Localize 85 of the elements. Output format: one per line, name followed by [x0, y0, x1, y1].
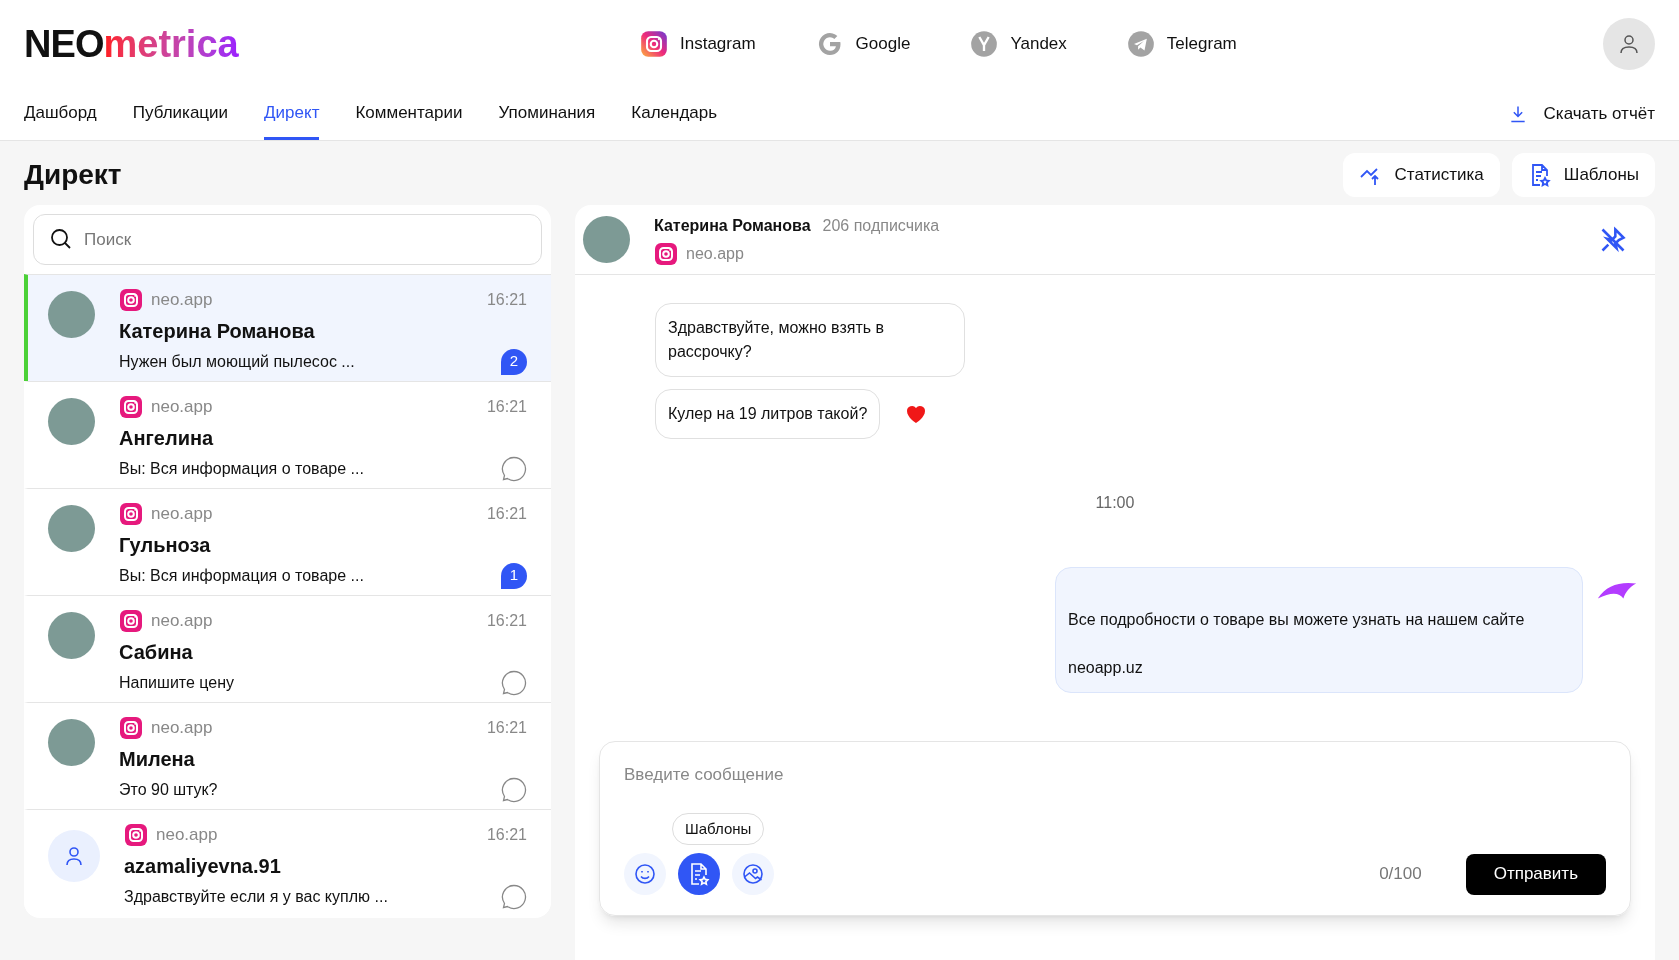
- avatar-photo-placeholder: [48, 291, 95, 338]
- instagram-icon: [119, 715, 143, 740]
- user-icon: [1617, 32, 1641, 56]
- templates-button[interactable]: [678, 853, 720, 895]
- pin-button[interactable]: [1599, 225, 1627, 254]
- account-name: neo.app: [151, 610, 213, 632]
- message-time: 16:21: [486, 824, 527, 845]
- contact-name: Милена: [119, 746, 196, 771]
- message-preview: Вы: Вся информация о товаре ...: [119, 458, 364, 479]
- contact-name: Катерина Романова: [654, 215, 811, 236]
- platform-link[interactable]: Telegram: [1126, 30, 1237, 58]
- message-preview: Нужен был моющий пылесос ...: [119, 351, 355, 372]
- message-preview: Это 90 штук?: [119, 779, 218, 800]
- contact-name: Сабина: [119, 639, 194, 664]
- search-field[interactable]: Поиск: [33, 214, 542, 265]
- image-button[interactable]: [732, 853, 774, 895]
- contact-name: azamaliyevna.91: [124, 853, 282, 878]
- logo-text: NEO: [24, 25, 104, 63]
- avatar-photo-placeholder: [48, 612, 95, 659]
- emoji-icon: [633, 862, 657, 886]
- instagram-icon: [640, 30, 668, 58]
- instagram-icon: [654, 241, 678, 266]
- message-preview: Вы: Вся информация о товаре ...: [119, 565, 364, 586]
- avatar-photo-placeholder: [48, 719, 95, 766]
- account-name: neo.app: [156, 824, 218, 846]
- contact-name: Катерина Романова: [119, 318, 316, 343]
- page-title: Директ: [24, 158, 122, 192]
- account-name: neo.app: [151, 396, 213, 418]
- telegram-icon: [1126, 30, 1155, 58]
- instagram-icon: [119, 608, 143, 633]
- yandex-icon: [970, 30, 999, 58]
- nav-tab[interactable]: Директ: [264, 88, 320, 140]
- platform-link[interactable]: Google: [815, 30, 911, 58]
- chat-bubble-icon: [501, 455, 527, 482]
- message-text: Все подробности о товаре вы можете узнать на нашем сайте: [1068, 610, 1526, 630]
- instagram-icon: [119, 287, 143, 312]
- chat-bubble-icon: [501, 883, 527, 910]
- message-time: 16:21: [486, 610, 527, 631]
- nav-tab[interactable]: Упоминания: [498, 88, 596, 140]
- incoming-message: Кулер на 19 литров такой?: [655, 389, 881, 439]
- contact-name: Гульноза: [119, 532, 212, 557]
- default-avatar-icon: [48, 830, 100, 882]
- message-preview: Здравствуйте если я у вас куплю ...: [124, 886, 388, 907]
- message-input[interactable]: Введите сообщение: [624, 762, 1606, 788]
- chat-bubble-icon: [501, 669, 527, 696]
- nav-tab[interactable]: Дашборд: [24, 88, 97, 140]
- image-icon: [741, 862, 765, 886]
- follower-count: 206 подписчика: [822, 215, 940, 236]
- platform-link[interactable]: Yandex: [970, 30, 1067, 58]
- contact-name: Ангелина: [119, 425, 215, 450]
- account-name: neo.app: [151, 289, 213, 311]
- nav-tab[interactable]: Комментарии: [355, 88, 463, 140]
- message-time: 16:21: [486, 289, 527, 310]
- instagram-icon: [119, 501, 143, 526]
- statistics-button[interactable]: Статистика: [1342, 153, 1500, 197]
- account-name: neo.app: [151, 503, 213, 525]
- profile-avatar-button[interactable]: [1603, 18, 1655, 70]
- message-text: neoapp.uz: [1068, 658, 1144, 678]
- account-name: neo.app: [686, 243, 744, 264]
- instagram-icon: [124, 822, 148, 847]
- chat-bubble-icon: [501, 776, 527, 803]
- nav-tab[interactable]: Календарь: [631, 88, 718, 140]
- message-time: 16:21: [486, 396, 527, 417]
- conversation-item[interactable]: neo.app 16:21 Катерина Романова Нужен был моющий пылесос ... 2: [24, 274, 551, 381]
- search-icon: [49, 227, 73, 251]
- incoming-message: Здравствуйте, можно взять в рассрочку?: [655, 303, 965, 377]
- download-report-link[interactable]: Скачать отчёт: [1507, 88, 1655, 140]
- timestamp: 11:00: [1095, 493, 1135, 513]
- unread-count-badge: 1: [501, 562, 527, 589]
- avatar-photo-placeholder: [48, 505, 95, 552]
- message-time: 16:21: [486, 717, 527, 738]
- unread-count-badge: 2: [501, 348, 527, 375]
- message-time: 16:21: [486, 503, 527, 524]
- message-preview: Напишите цену: [119, 672, 235, 693]
- templates-button[interactable]: Шаблоны: [1511, 153, 1655, 197]
- platform-link[interactable]: Instagram: [640, 30, 756, 58]
- avatar-photo-placeholder: [48, 398, 95, 445]
- instagram-icon: [119, 394, 143, 419]
- avatar-photo-placeholder: [583, 216, 630, 263]
- account-name: neo.app: [151, 717, 213, 739]
- nav-tab[interactable]: Публикации: [132, 88, 229, 140]
- templates-tooltip: Шаблоны: [672, 812, 765, 845]
- emoji-button[interactable]: [624, 853, 666, 895]
- character-counter: 0/100: [1379, 863, 1422, 886]
- send-button[interactable]: Отправить: [1465, 853, 1606, 895]
